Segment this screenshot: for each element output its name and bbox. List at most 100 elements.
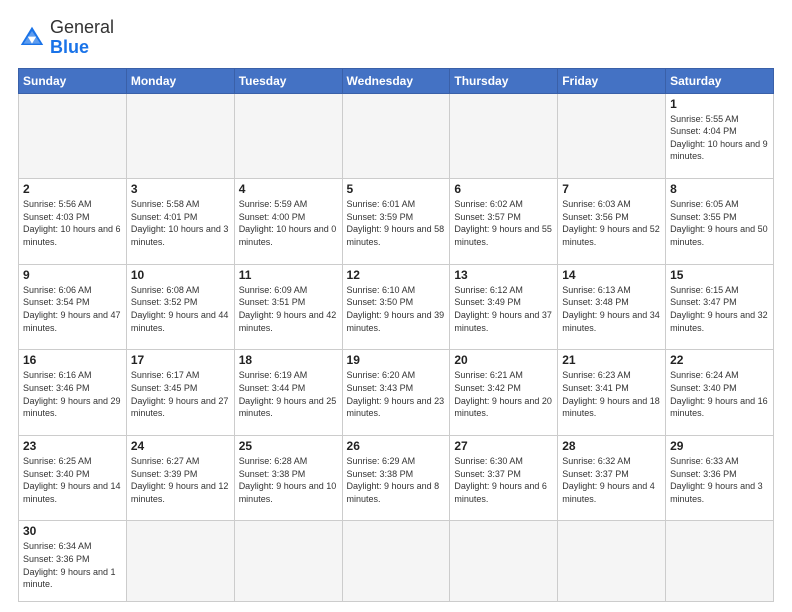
calendar-cell: [126, 93, 234, 179]
calendar-cell: 19 Sunrise: 6:20 AM Sunset: 3:43 PM Dayli…: [342, 350, 450, 436]
day-number: 12: [347, 268, 446, 282]
day-info: Sunrise: 6:23 AM Sunset: 3:41 PM Dayligh…: [562, 369, 661, 419]
calendar-cell: 6 Sunrise: 6:02 AM Sunset: 3:57 PM Daylig…: [450, 179, 558, 265]
day-info: Sunrise: 5:56 AM Sunset: 4:03 PM Dayligh…: [23, 198, 122, 248]
day-number: 21: [562, 353, 661, 367]
day-number: 28: [562, 439, 661, 453]
day-info: Sunrise: 6:02 AM Sunset: 3:57 PM Dayligh…: [454, 198, 553, 248]
day-number: 26: [347, 439, 446, 453]
calendar-cell: 10 Sunrise: 6:08 AM Sunset: 3:52 PM Dayli…: [126, 264, 234, 350]
calendar-cell: 14Sunrise: 6:13 AM Sunset: 3:48 PM Dayli…: [558, 264, 666, 350]
calendar-cell: [126, 521, 234, 602]
day-info: Sunrise: 6:34 AM Sunset: 3:36 PM Dayligh…: [23, 540, 122, 590]
weekday-header-row: SundayMondayTuesdayWednesdayThursdayFrid…: [19, 68, 774, 93]
calendar-table: SundayMondayTuesdayWednesdayThursdayFrid…: [18, 68, 774, 602]
day-number: 6: [454, 182, 553, 196]
day-info: Sunrise: 6:25 AM Sunset: 3:40 PM Dayligh…: [23, 455, 122, 505]
day-number: 4: [239, 182, 338, 196]
calendar-cell: [450, 521, 558, 602]
calendar-cell: [342, 93, 450, 179]
calendar-week-3: 16 Sunrise: 6:16 AM Sunset: 3:46 PM Dayli…: [19, 350, 774, 436]
calendar-cell: 18 Sunrise: 6:19 AM Sunset: 3:44 PM Dayli…: [234, 350, 342, 436]
calendar-cell: 22 Sunrise: 6:24 AM Sunset: 3:40 PM Dayli…: [666, 350, 774, 436]
day-number: 30: [23, 524, 122, 538]
day-number: 24: [131, 439, 230, 453]
day-info: Sunrise: 6:19 AM Sunset: 3:44 PM Dayligh…: [239, 369, 338, 419]
day-info: Sunrise: 6:33 AM Sunset: 3:36 PM Dayligh…: [670, 455, 769, 505]
day-info: Sunrise: 6:27 AM Sunset: 3:39 PM Dayligh…: [131, 455, 230, 505]
logo-text: GeneralBlue: [50, 18, 114, 58]
page: GeneralBlue SundayMondayTuesdayWednesday…: [0, 0, 792, 612]
day-info: Sunrise: 6:08 AM Sunset: 3:52 PM Dayligh…: [131, 284, 230, 334]
calendar-cell: [342, 521, 450, 602]
day-info: Sunrise: 6:30 AM Sunset: 3:37 PM Dayligh…: [454, 455, 553, 505]
calendar-week-2: 9Sunrise: 6:06 AM Sunset: 3:54 PM Daylig…: [19, 264, 774, 350]
day-number: 23: [23, 439, 122, 453]
day-info: Sunrise: 6:13 AM Sunset: 3:48 PM Dayligh…: [562, 284, 661, 334]
calendar-cell: 9Sunrise: 6:06 AM Sunset: 3:54 PM Daylig…: [19, 264, 127, 350]
calendar-cell: 29 Sunrise: 6:33 AM Sunset: 3:36 PM Dayli…: [666, 435, 774, 521]
calendar-cell: 1 Sunrise: 5:55 AM Sunset: 4:04 PM Daylig…: [666, 93, 774, 179]
calendar-cell: 8Sunrise: 6:05 AM Sunset: 3:55 PM Daylig…: [666, 179, 774, 265]
day-number: 29: [670, 439, 769, 453]
calendar-cell: 25Sunrise: 6:28 AM Sunset: 3:38 PM Dayli…: [234, 435, 342, 521]
calendar-cell: 5 Sunrise: 6:01 AM Sunset: 3:59 PM Daylig…: [342, 179, 450, 265]
day-number: 18: [239, 353, 338, 367]
weekday-header-thursday: Thursday: [450, 68, 558, 93]
day-info: Sunrise: 6:16 AM Sunset: 3:46 PM Dayligh…: [23, 369, 122, 419]
weekday-header-monday: Monday: [126, 68, 234, 93]
calendar-cell: 13 Sunrise: 6:12 AM Sunset: 3:49 PM Dayli…: [450, 264, 558, 350]
day-number: 1: [670, 97, 769, 111]
calendar-cell: 28 Sunrise: 6:32 AM Sunset: 3:37 PM Dayli…: [558, 435, 666, 521]
calendar-cell: 4 Sunrise: 5:59 AM Sunset: 4:00 PM Daylig…: [234, 179, 342, 265]
calendar-cell: [558, 521, 666, 602]
day-info: Sunrise: 6:24 AM Sunset: 3:40 PM Dayligh…: [670, 369, 769, 419]
day-info: Sunrise: 6:10 AM Sunset: 3:50 PM Dayligh…: [347, 284, 446, 334]
day-number: 7: [562, 182, 661, 196]
day-info: Sunrise: 5:59 AM Sunset: 4:00 PM Dayligh…: [239, 198, 338, 248]
day-info: Sunrise: 6:32 AM Sunset: 3:37 PM Dayligh…: [562, 455, 661, 505]
header: GeneralBlue: [18, 18, 774, 58]
day-number: 10: [131, 268, 230, 282]
weekday-header-friday: Friday: [558, 68, 666, 93]
day-number: 5: [347, 182, 446, 196]
day-number: 11: [239, 268, 338, 282]
day-number: 19: [347, 353, 446, 367]
day-number: 27: [454, 439, 553, 453]
calendar-cell: 17 Sunrise: 6:17 AM Sunset: 3:45 PM Dayli…: [126, 350, 234, 436]
day-number: 22: [670, 353, 769, 367]
day-info: Sunrise: 6:20 AM Sunset: 3:43 PM Dayligh…: [347, 369, 446, 419]
day-info: Sunrise: 6:12 AM Sunset: 3:49 PM Dayligh…: [454, 284, 553, 334]
day-number: 16: [23, 353, 122, 367]
day-info: Sunrise: 6:29 AM Sunset: 3:38 PM Dayligh…: [347, 455, 446, 505]
calendar-week-4: 23 Sunrise: 6:25 AM Sunset: 3:40 PM Dayli…: [19, 435, 774, 521]
calendar-cell: [666, 521, 774, 602]
calendar-cell: [558, 93, 666, 179]
calendar-cell: 21 Sunrise: 6:23 AM Sunset: 3:41 PM Dayli…: [558, 350, 666, 436]
calendar-cell: 30 Sunrise: 6:34 AM Sunset: 3:36 PM Dayli…: [19, 521, 127, 602]
calendar-cell: 11Sunrise: 6:09 AM Sunset: 3:51 PM Dayli…: [234, 264, 342, 350]
day-info: Sunrise: 6:15 AM Sunset: 3:47 PM Dayligh…: [670, 284, 769, 334]
calendar-cell: 15Sunrise: 6:15 AM Sunset: 3:47 PM Dayli…: [666, 264, 774, 350]
day-info: Sunrise: 5:58 AM Sunset: 4:01 PM Dayligh…: [131, 198, 230, 248]
day-info: Sunrise: 6:28 AM Sunset: 3:38 PM Dayligh…: [239, 455, 338, 505]
weekday-header-sunday: Sunday: [19, 68, 127, 93]
calendar-cell: 27 Sunrise: 6:30 AM Sunset: 3:37 PM Dayli…: [450, 435, 558, 521]
calendar-cell: [234, 93, 342, 179]
calendar-week-5: 30 Sunrise: 6:34 AM Sunset: 3:36 PM Dayli…: [19, 521, 774, 602]
day-number: 17: [131, 353, 230, 367]
day-info: Sunrise: 6:03 AM Sunset: 3:56 PM Dayligh…: [562, 198, 661, 248]
calendar-cell: 24 Sunrise: 6:27 AM Sunset: 3:39 PM Dayli…: [126, 435, 234, 521]
logo: GeneralBlue: [18, 18, 114, 58]
day-info: Sunrise: 6:01 AM Sunset: 3:59 PM Dayligh…: [347, 198, 446, 248]
day-number: 20: [454, 353, 553, 367]
calendar-cell: [234, 521, 342, 602]
day-number: 8: [670, 182, 769, 196]
day-info: Sunrise: 6:17 AM Sunset: 3:45 PM Dayligh…: [131, 369, 230, 419]
day-number: 3: [131, 182, 230, 196]
weekday-header-tuesday: Tuesday: [234, 68, 342, 93]
day-info: Sunrise: 5:55 AM Sunset: 4:04 PM Dayligh…: [670, 113, 769, 163]
weekday-header-saturday: Saturday: [666, 68, 774, 93]
day-number: 13: [454, 268, 553, 282]
calendar-cell: 20Sunrise: 6:21 AM Sunset: 3:42 PM Dayli…: [450, 350, 558, 436]
